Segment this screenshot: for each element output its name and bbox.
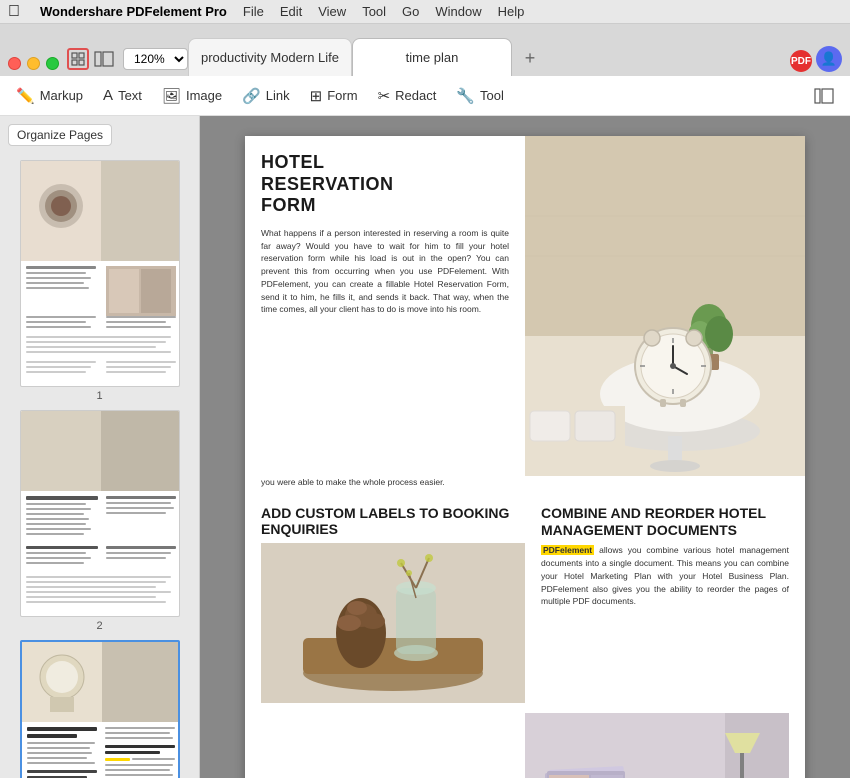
combine-body: PDFelement allows you combine various ho… (541, 544, 789, 608)
form-button[interactable]: ⊞ Form (310, 87, 358, 105)
page-thumb-1[interactable]: 1 (8, 160, 191, 402)
bottom-image-section (261, 713, 789, 778)
magazine-image (525, 713, 789, 778)
tabs-container: productivity Modern Life time plan + PDF… (188, 38, 842, 76)
main-content: Organize Pages (0, 116, 850, 778)
tab-productivity-label: productivity Modern Life (201, 50, 339, 65)
page-top-section: HOTELRESERVATIONFORM What happens if a p… (245, 136, 805, 476)
app-name[interactable]: Wondershare PDFelement Pro (40, 4, 227, 19)
minimize-button[interactable] (27, 57, 40, 70)
form-icon: ⊞ (310, 87, 323, 105)
page-sidebar: Organize Pages (0, 116, 200, 778)
redact-button[interactable]: ✂ Redact (378, 87, 437, 105)
menu-edit[interactable]: Edit (280, 4, 302, 19)
apple-menu[interactable]:  (8, 3, 20, 21)
tab-productivity[interactable]: productivity Modern Life (188, 38, 352, 76)
tab-timeplan-label: time plan (406, 50, 459, 65)
combine-section: ADD CUSTOM LABELS TO BOOKING ENQUIRIES (245, 495, 805, 778)
markup-icon: ✏️ (16, 87, 35, 105)
custom-labels-section: ADD CUSTOM LABELS TO BOOKING ENQUIRIES (261, 495, 525, 703)
text-label: Text (118, 88, 142, 103)
image-button[interactable]: 🖼 Image (162, 87, 222, 105)
menu-tool[interactable]: Tool (362, 4, 386, 19)
document-page: HOTELRESERVATIONFORM What happens if a p… (245, 136, 805, 778)
menu-view[interactable]: View (318, 4, 346, 19)
view-controls (67, 48, 115, 70)
page-number-2: 2 (96, 620, 102, 632)
panel-view-icon[interactable] (93, 48, 115, 70)
redact-label: Redact (395, 88, 436, 103)
maximize-button[interactable] (46, 57, 59, 70)
thumb-img-2[interactable] (20, 410, 180, 617)
pdf-icon: PDF (790, 50, 812, 72)
thumb-img-3[interactable] (20, 640, 180, 778)
menu-help[interactable]: Help (498, 4, 525, 19)
tab-timeplan[interactable]: time plan (352, 38, 512, 76)
tab-bar: 120% 100% 150% productivity Modern Life … (0, 24, 850, 76)
menu-window[interactable]: Window (435, 4, 481, 19)
menu-go[interactable]: Go (402, 4, 419, 19)
main-toolbar: ✏️ Markup A Text 🖼 Image 🔗 Link ⊞ Form ✂… (0, 76, 850, 116)
window-controls (8, 57, 59, 70)
page-number-1: 1 (96, 390, 102, 402)
pinecone-image (261, 543, 525, 703)
add-custom-title: ADD CUSTOM LABELS TO BOOKING ENQUIRIES (261, 505, 525, 537)
page-left-column: HOTELRESERVATIONFORM What happens if a p… (245, 136, 525, 476)
text-button[interactable]: A Text (103, 87, 142, 104)
text-icon: A (103, 87, 113, 104)
zoom-selector[interactable]: 120% 100% 150% (123, 48, 188, 70)
hotel-form-body: What happens if a person interested in r… (261, 227, 509, 316)
thumb-img-1[interactable] (20, 160, 180, 387)
combine-title: COMBINE AND REORDER HOTEL MANAGEMENT DOC… (541, 505, 789, 539)
image-label: Image (186, 88, 222, 103)
page-thumb-2[interactable]: 2 (8, 410, 191, 632)
menu-bar:  Wondershare PDFelement Pro File Edit V… (0, 0, 850, 24)
add-tab-button[interactable]: + (516, 44, 544, 72)
panel-toggle[interactable] (814, 88, 834, 104)
hotel-form-title: HOTELRESERVATIONFORM (261, 152, 509, 217)
markup-button[interactable]: ✏️ Markup (16, 87, 83, 105)
markup-label: Markup (40, 88, 83, 103)
pdfelement-highlight: PDFelement (541, 545, 594, 555)
tool-icon: 🔧 (456, 87, 475, 105)
organize-pages-label: Organize Pages (8, 124, 112, 146)
form-label: Form (327, 88, 357, 103)
right-continuation-text: you were able to make the whole process … (245, 476, 805, 495)
grid-view-icon[interactable] (67, 48, 89, 70)
page-thumb-3[interactable]: 3 (8, 640, 191, 778)
document-area[interactable]: HOTELRESERVATIONFORM What happens if a p… (200, 116, 850, 778)
link-icon: 🔗 (242, 87, 261, 105)
combine-right-section: COMBINE AND REORDER HOTEL MANAGEMENT DOC… (541, 495, 789, 703)
close-button[interactable] (8, 57, 21, 70)
user-avatar[interactable]: 👤 (816, 46, 842, 72)
link-button[interactable]: 🔗 Link (242, 87, 290, 105)
hotel-image (525, 136, 805, 476)
redact-icon: ✂ (378, 87, 391, 105)
image-icon: 🖼 (162, 87, 181, 105)
cover-images (525, 713, 789, 778)
menu-file[interactable]: File (243, 4, 264, 19)
link-label: Link (266, 88, 290, 103)
tool-button[interactable]: 🔧 Tool (456, 87, 504, 105)
tool-label: Tool (480, 88, 504, 103)
